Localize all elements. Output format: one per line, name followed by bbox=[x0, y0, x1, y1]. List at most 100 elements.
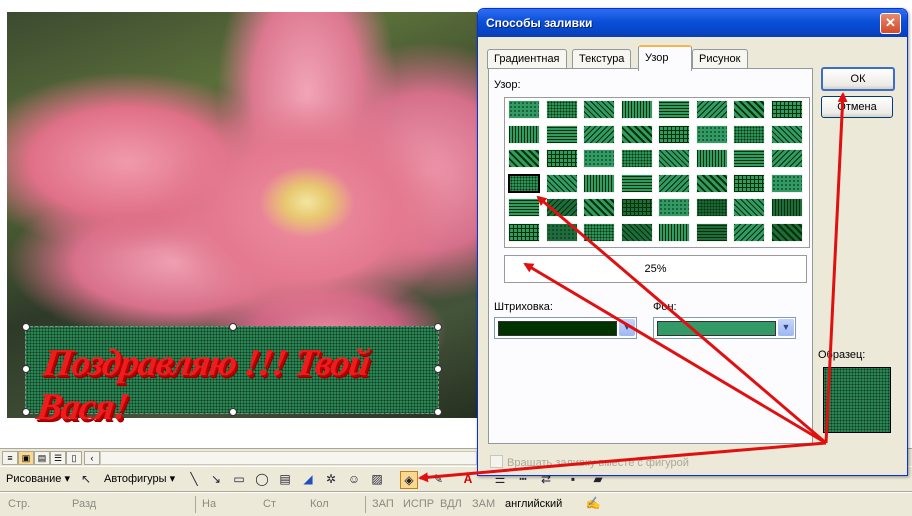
pattern-swatch[interactable] bbox=[695, 222, 728, 242]
close-icon[interactable]: ✕ bbox=[880, 13, 901, 34]
pattern-swatch[interactable] bbox=[695, 124, 728, 144]
status-trk[interactable]: ИСПР bbox=[403, 498, 434, 510]
status-ext[interactable]: ВДЛ bbox=[440, 498, 462, 510]
pattern-swatch[interactable] bbox=[658, 149, 690, 168]
pattern-swatch[interactable] bbox=[658, 173, 690, 193]
line-color-icon[interactable]: ✎ bbox=[430, 471, 446, 487]
pattern-swatch[interactable] bbox=[545, 222, 578, 242]
arrow-icon[interactable]: ↘ bbox=[208, 471, 224, 487]
pattern-swatch[interactable] bbox=[658, 124, 690, 144]
tab-picture[interactable]: Рисунок bbox=[692, 49, 748, 69]
pattern-swatch[interactable] bbox=[695, 198, 728, 217]
status-section: Разд bbox=[72, 498, 97, 510]
pattern-swatch[interactable] bbox=[658, 100, 690, 119]
pattern-swatch[interactable] bbox=[508, 222, 540, 242]
rotate-with-shape-checkbox[interactable]: Вращать заливку вместе с фигурой bbox=[490, 455, 689, 469]
hatch-color-select[interactable]: ▼ bbox=[494, 317, 637, 339]
pattern-swatch[interactable] bbox=[583, 222, 615, 242]
status-column: Кол bbox=[310, 498, 329, 510]
dialog-titlebar[interactable]: Способы заливки ✕ bbox=[478, 9, 907, 37]
pattern-swatch[interactable] bbox=[695, 100, 728, 119]
pattern-swatch[interactable] bbox=[733, 222, 765, 242]
web-view-icon[interactable]: ▣ bbox=[18, 451, 34, 465]
status-ovr[interactable]: ЗАМ bbox=[472, 498, 495, 510]
pattern-swatch[interactable] bbox=[545, 149, 578, 168]
line-icon[interactable]: ╲ bbox=[186, 471, 202, 487]
pattern-swatch[interactable] bbox=[620, 222, 653, 242]
selection-handle[interactable] bbox=[434, 408, 442, 416]
pattern-swatch[interactable] bbox=[770, 173, 803, 193]
textbox-icon[interactable]: ▤ bbox=[277, 471, 293, 487]
pattern-swatch[interactable] bbox=[695, 173, 728, 193]
autoshapes-menu[interactable]: Автофигуры ▾ bbox=[104, 470, 175, 488]
tab-gradient[interactable]: Градиентная bbox=[487, 49, 567, 69]
pattern-swatch[interactable] bbox=[695, 149, 728, 168]
pattern-swatch[interactable] bbox=[658, 222, 690, 242]
pattern-swatch[interactable] bbox=[620, 100, 653, 119]
rectangle-icon[interactable]: ▭ bbox=[231, 471, 247, 487]
picture-icon[interactable]: ▨ bbox=[369, 471, 385, 487]
pattern-swatch[interactable] bbox=[583, 198, 615, 217]
tab-texture[interactable]: Текстура bbox=[572, 49, 632, 69]
wordart-object[interactable]: Поздравляю !!! Твой Вася! bbox=[25, 326, 439, 428]
pattern-swatch[interactable] bbox=[733, 100, 765, 119]
font-color-icon[interactable]: A bbox=[460, 471, 476, 487]
pattern-swatch[interactable] bbox=[508, 124, 540, 144]
drawing-menu[interactable]: Рисование ▾ bbox=[6, 470, 70, 488]
background-color-select[interactable]: ▼ bbox=[653, 317, 796, 339]
pattern-swatch[interactable] bbox=[508, 198, 540, 217]
spelling-icon[interactable]: ✍ bbox=[585, 495, 601, 511]
wordart-icon[interactable]: ◢ bbox=[300, 471, 316, 487]
tab-pattern[interactable]: Узор bbox=[638, 45, 692, 71]
pattern-swatch[interactable] bbox=[770, 222, 803, 242]
selection-handle[interactable] bbox=[434, 365, 442, 373]
chevron-down-icon[interactable]: ▼ bbox=[619, 319, 635, 336]
pattern-swatch[interactable] bbox=[545, 198, 578, 217]
normal-view-icon[interactable]: ≡ bbox=[2, 451, 18, 465]
pattern-swatch[interactable] bbox=[545, 124, 578, 144]
pattern-swatch[interactable] bbox=[583, 100, 615, 119]
scroll-track[interactable] bbox=[100, 451, 477, 465]
selection-handle[interactable] bbox=[229, 408, 237, 416]
pattern-swatch[interactable] bbox=[545, 173, 578, 193]
scroll-left-icon[interactable]: ‹ bbox=[84, 451, 100, 465]
oval-icon[interactable]: ◯ bbox=[254, 471, 270, 487]
pattern-swatch[interactable] bbox=[733, 124, 765, 144]
pattern-swatch[interactable] bbox=[733, 173, 765, 193]
cancel-button[interactable]: Отмена bbox=[821, 96, 893, 118]
pattern-swatch[interactable] bbox=[508, 100, 540, 119]
pattern-swatch[interactable] bbox=[508, 149, 540, 168]
pattern-swatch[interactable] bbox=[583, 173, 615, 193]
ok-button[interactable]: ОК bbox=[821, 67, 895, 91]
selected-pattern-name: 25% bbox=[504, 255, 807, 283]
status-rec[interactable]: ЗАП bbox=[372, 498, 394, 510]
pattern-swatch[interactable] bbox=[770, 198, 803, 217]
print-view-icon[interactable]: ▤ bbox=[34, 451, 50, 465]
pattern-swatch[interactable] bbox=[545, 100, 578, 119]
pattern-swatch[interactable] bbox=[620, 149, 653, 168]
fill-color-icon[interactable]: ◈ bbox=[400, 471, 418, 489]
select-objects-icon[interactable]: ↖ bbox=[78, 471, 94, 487]
pattern-swatch[interactable] bbox=[770, 100, 803, 119]
pattern-swatch[interactable] bbox=[620, 124, 653, 144]
pattern-swatch[interactable] bbox=[770, 149, 803, 168]
reading-view-icon[interactable]: ▯ bbox=[66, 451, 82, 465]
pattern-swatch[interactable] bbox=[733, 198, 765, 217]
pattern-swatch[interactable] bbox=[620, 173, 653, 193]
pattern-swatch[interactable] bbox=[733, 149, 765, 168]
pattern-swatch[interactable] bbox=[507, 172, 541, 194]
pattern-swatch[interactable] bbox=[583, 124, 615, 144]
selection-handle[interactable] bbox=[434, 323, 442, 331]
selection-handle[interactable] bbox=[229, 323, 237, 331]
pattern-swatch[interactable] bbox=[770, 124, 803, 144]
pattern-swatch[interactable] bbox=[658, 198, 690, 217]
selection-handle[interactable] bbox=[22, 323, 30, 331]
diagram-icon[interactable]: ✲ bbox=[323, 471, 339, 487]
chevron-down-icon[interactable]: ▼ bbox=[778, 319, 794, 336]
selection-handle[interactable] bbox=[22, 365, 30, 373]
pattern-swatch[interactable] bbox=[620, 198, 653, 217]
selection-handle[interactable] bbox=[22, 408, 30, 416]
pattern-swatch[interactable] bbox=[583, 149, 615, 168]
outline-view-icon[interactable]: ☰ bbox=[50, 451, 66, 465]
clipart-icon[interactable]: ☺ bbox=[346, 471, 362, 487]
